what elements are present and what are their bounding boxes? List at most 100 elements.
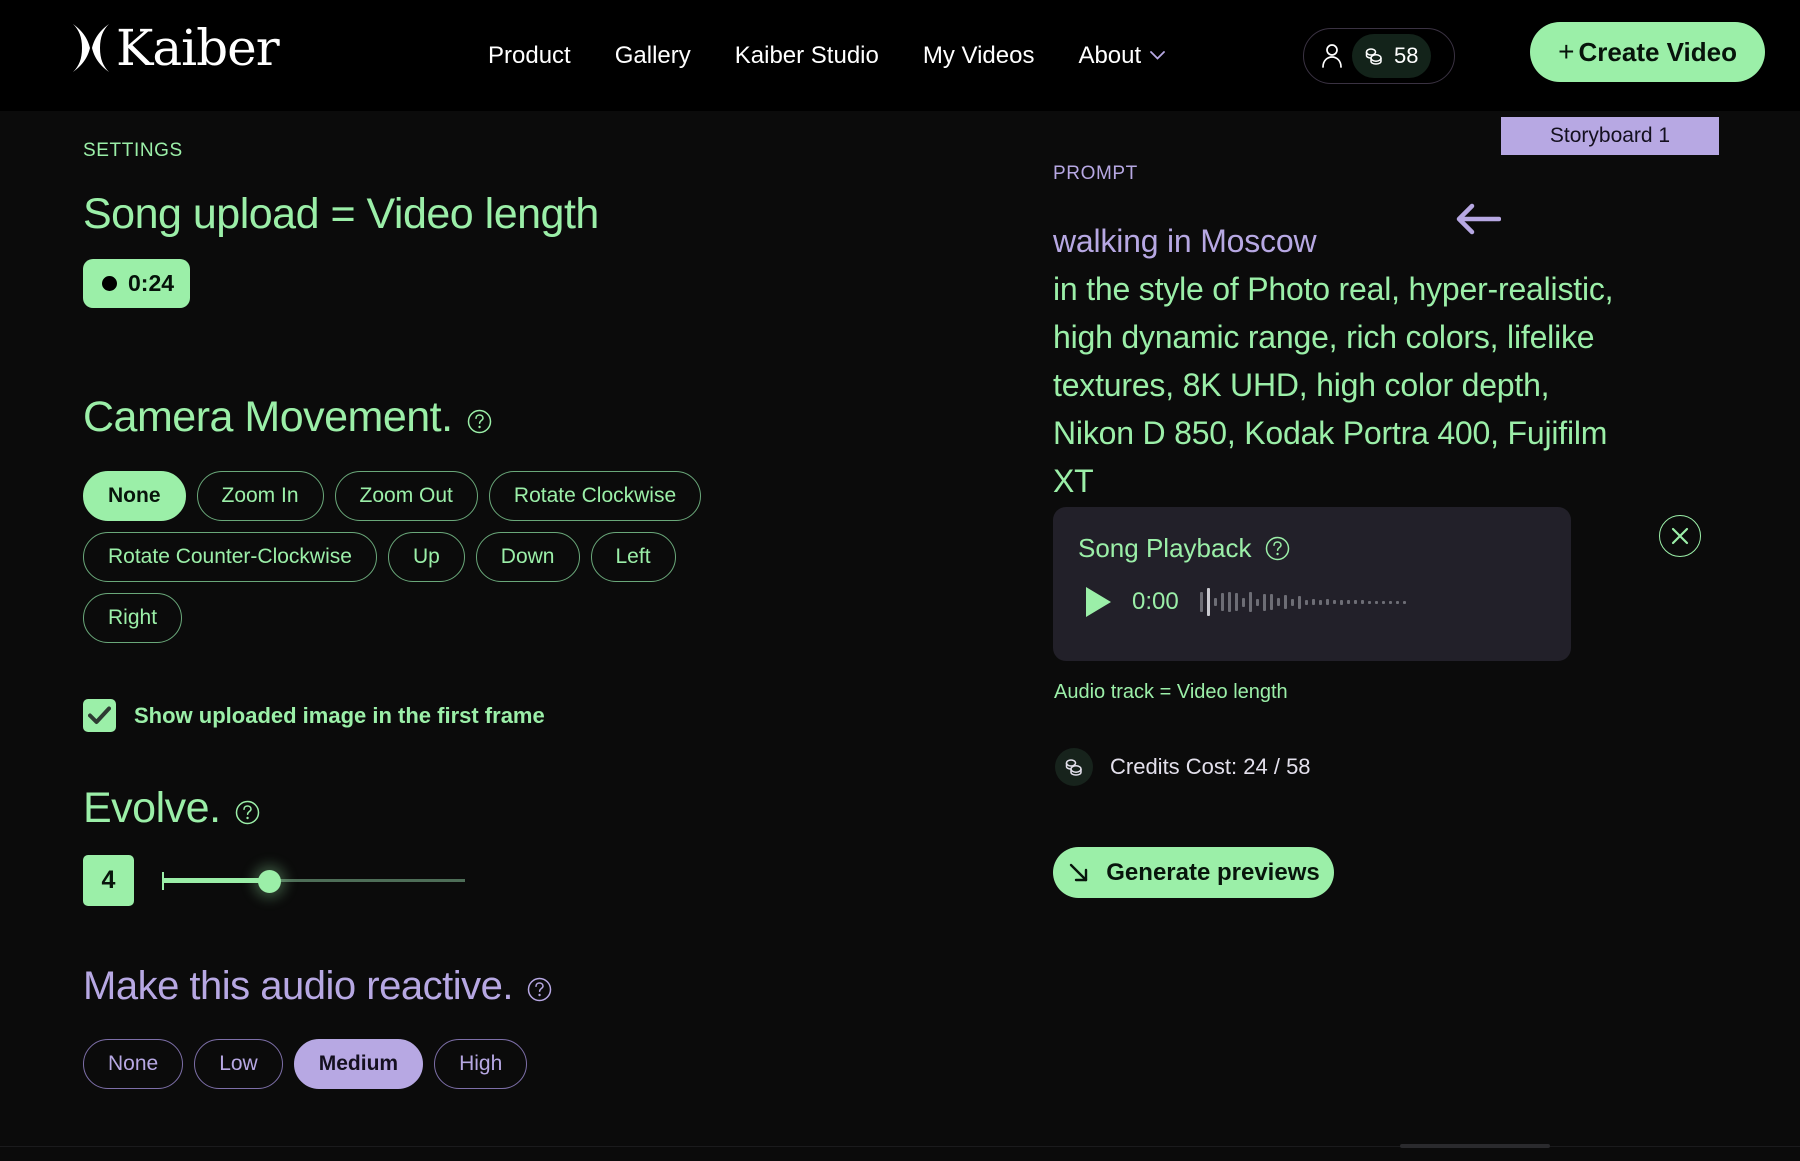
audio-player: 0:00 — [1078, 586, 1571, 618]
song-upload-title: Song upload = Video length — [83, 190, 1033, 239]
evolve-slider-row: 4 — [83, 855, 1033, 906]
horizontal-scrollbar[interactable] — [1400, 1144, 1550, 1148]
pill-label: Right — [108, 606, 157, 630]
audio-reactive-option-none[interactable]: None — [83, 1039, 183, 1089]
record-dot-icon — [102, 276, 117, 291]
kaiber-mark-icon — [70, 22, 112, 74]
credits-cost-label: Credits Cost: 24 / 58 — [1110, 754, 1311, 780]
play-icon[interactable] — [1086, 587, 1111, 617]
nav-label: Product — [488, 42, 571, 70]
audio-track-note: Audio track = Video length — [1054, 681, 1288, 704]
show-uploaded-image-label: Show uploaded image in the first frame — [134, 703, 545, 729]
evolve-value: 4 — [83, 855, 134, 906]
question-mark-icon[interactable] — [527, 977, 552, 1002]
user-icon — [1320, 43, 1344, 69]
nav-label: Kaiber Studio — [735, 42, 879, 70]
pill-label: Rotate Counter-Clockwise — [108, 545, 352, 569]
pill-label: None — [108, 1052, 158, 1076]
account-credits-pill[interactable]: 58 — [1303, 28, 1455, 84]
nav-item-kaiber-studio[interactable]: Kaiber Studio — [713, 42, 901, 70]
brand-logo[interactable]: Kaiber — [70, 22, 279, 74]
pill-label: Zoom In — [222, 484, 299, 508]
nav-item-gallery[interactable]: Gallery — [593, 42, 713, 70]
nav-label: About — [1078, 42, 1141, 70]
song-playback-title: Song Playback — [1078, 533, 1251, 564]
create-video-button[interactable]: + Create Video — [1530, 22, 1765, 82]
nav-item-product[interactable]: Product — [466, 42, 593, 70]
create-video-label: Create Video — [1579, 37, 1737, 68]
waveform[interactable] — [1200, 586, 1406, 618]
evolve-title: Evolve. — [83, 784, 221, 833]
close-song-button[interactable] — [1659, 515, 1701, 557]
pill-label: Up — [413, 545, 440, 569]
question-mark-icon[interactable] — [235, 800, 260, 825]
nav-label: Gallery — [615, 42, 691, 70]
pill-label: Down — [501, 545, 555, 569]
camera-option-up[interactable]: Up — [388, 532, 465, 582]
camera-option-left[interactable]: Left — [591, 532, 676, 582]
audio-reactive-option-high[interactable]: High — [434, 1039, 527, 1089]
credits-cost-row: Credits Cost: 24 / 58 — [1055, 748, 1311, 786]
nav-label: My Videos — [923, 42, 1035, 70]
credits-icon-wrapper — [1055, 748, 1093, 786]
camera-option-rotate-counter-clockwise[interactable]: Rotate Counter-Clockwise — [83, 532, 377, 582]
pill-label: Zoom Out — [360, 484, 453, 508]
credits-badge[interactable]: 58 — [1352, 34, 1431, 78]
prompt-subject: walking in Moscow — [1053, 223, 1316, 259]
pill-label: Rotate Clockwise — [514, 484, 676, 508]
pill-label: None — [108, 484, 161, 508]
show-uploaded-image-checkbox[interactable] — [83, 699, 116, 732]
audio-reactive-option-medium[interactable]: Medium — [294, 1039, 423, 1089]
song-playback-card: Song Playback 0:00 — [1053, 507, 1571, 661]
credits-count: 58 — [1394, 43, 1418, 69]
pill-label: Medium — [319, 1052, 398, 1076]
chevron-down-icon — [1150, 51, 1165, 60]
duration-value: 0:24 — [128, 270, 174, 297]
video-duration-chip: 0:24 — [83, 259, 190, 308]
plus-icon: + — [1558, 36, 1574, 68]
pill-label: High — [459, 1052, 502, 1076]
question-mark-icon[interactable] — [467, 409, 492, 434]
coins-icon — [1363, 45, 1385, 67]
close-icon — [1669, 525, 1691, 547]
camera-movement-options: None Zoom In Zoom Out Rotate Clockwise R… — [83, 471, 723, 643]
coins-icon — [1063, 756, 1085, 778]
prompt-style: in the style of Photo real, hyper-realis… — [1053, 271, 1613, 499]
generate-previews-label: Generate previews — [1106, 859, 1319, 887]
app-root: Kaiber Product Gallery Kaiber Studio My … — [0, 0, 1800, 1161]
nav-item-about[interactable]: About — [1056, 42, 1187, 70]
audio-reactive-title: Make this audio reactive. — [83, 964, 513, 1009]
generate-previews-button[interactable]: Generate previews — [1053, 847, 1334, 898]
camera-option-right[interactable]: Right — [83, 593, 182, 643]
prompt-eyebrow: PROMPT — [1053, 163, 1753, 185]
audio-reactive-options: None Low Medium High — [83, 1039, 723, 1089]
brand-wordmark: Kaiber — [116, 22, 279, 74]
camera-option-rotate-clockwise[interactable]: Rotate Clockwise — [489, 471, 701, 521]
checkmark-icon — [88, 706, 111, 725]
slider-fill — [162, 878, 270, 883]
audio-reactive-heading: Make this audio reactive. — [83, 964, 1033, 1009]
nav-item-my-videos[interactable]: My Videos — [901, 42, 1057, 70]
show-uploaded-image-row[interactable]: Show uploaded image in the first frame — [83, 699, 1033, 732]
evolve-slider[interactable] — [162, 865, 465, 897]
playback-time: 0:00 — [1132, 588, 1179, 616]
settings-eyebrow: SETTINGS — [83, 140, 1033, 162]
arrow-left-icon[interactable] — [1455, 202, 1501, 236]
slider-thumb[interactable] — [258, 870, 281, 893]
evolve-heading: Evolve. — [83, 784, 1033, 833]
camera-movement-heading: Camera Movement. — [83, 393, 1033, 442]
prompt-panel: Storyboard 1 PROMPT walking in Moscow in… — [1053, 111, 1753, 505]
prompt-text[interactable]: walking in Moscow in the style of Photo … — [1053, 217, 1633, 505]
storyboard-tab[interactable]: Storyboard 1 — [1501, 117, 1719, 155]
camera-option-down[interactable]: Down — [476, 532, 580, 582]
top-navigation-bar: Kaiber Product Gallery Kaiber Studio My … — [0, 0, 1800, 111]
question-mark-icon[interactable] — [1265, 536, 1290, 561]
pill-label: Low — [219, 1052, 258, 1076]
camera-movement-title: Camera Movement. — [83, 393, 453, 442]
settings-panel: SETTINGS Song upload = Video length 0:24… — [83, 111, 1033, 1089]
audio-reactive-option-low[interactable]: Low — [194, 1039, 283, 1089]
camera-option-zoom-out[interactable]: Zoom Out — [335, 471, 478, 521]
camera-option-zoom-in[interactable]: Zoom In — [197, 471, 324, 521]
song-playback-heading: Song Playback — [1078, 533, 1571, 564]
camera-option-none[interactable]: None — [83, 471, 186, 521]
